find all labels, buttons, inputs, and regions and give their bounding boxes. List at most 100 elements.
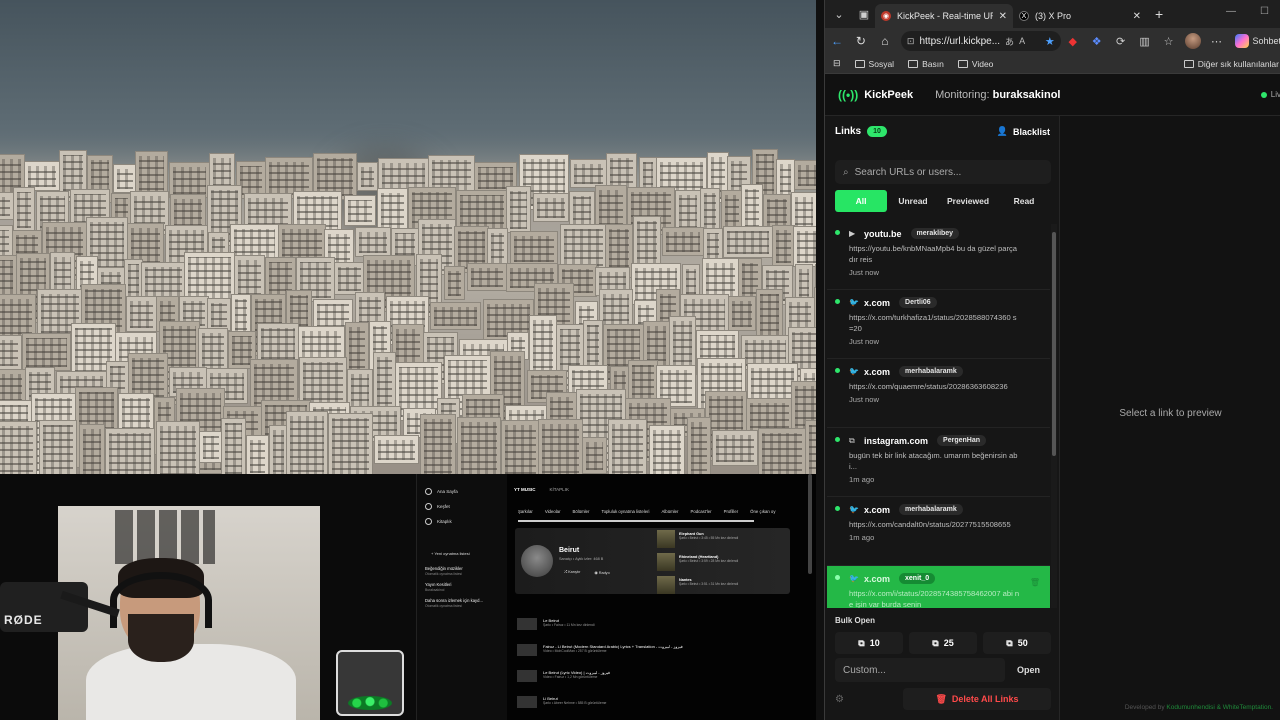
link-user-badge[interactable]: meraklibey bbox=[910, 228, 960, 239]
split-screen-icon[interactable]: ▥ bbox=[1133, 35, 1157, 48]
filter-previewed[interactable]: Previewed bbox=[939, 190, 997, 212]
link-user-badge[interactable]: xenit_0 bbox=[899, 573, 936, 584]
refresh-extension-icon[interactable]: ⟳ bbox=[1109, 35, 1133, 48]
profile-avatar[interactable] bbox=[1184, 33, 1201, 49]
scroll-thumb[interactable] bbox=[1052, 232, 1056, 456]
credit-names[interactable]: Kodumunhendisi & WhiteTemptation. bbox=[1166, 704, 1273, 711]
link-user-badge[interactable]: merhabalaramk bbox=[899, 504, 963, 515]
ytm-song-row[interactable]: Le Beirut (Lyric Video) | فيروز - لبيروت… bbox=[517, 670, 610, 682]
ytm-top-result[interactable]: Elephant Gun Şarkı • Beirut • 3:45 • 55 M… bbox=[657, 530, 738, 548]
building-windows bbox=[504, 424, 537, 474]
artist-name[interactable]: Beirut bbox=[559, 547, 579, 554]
ytm-nav-explore[interactable]: Keşfet bbox=[417, 499, 507, 514]
tab-actions-chevron-icon[interactable]: ⌄ bbox=[828, 4, 850, 24]
ytm-top-result-text: Nantes Şarkı • Beirut • 3:51 • 31 Mn kez … bbox=[679, 576, 738, 594]
address-bar[interactable]: ⊡ https://url.kickpe... あ A ★ bbox=[900, 31, 1061, 51]
other-favorites[interactable]: Diğer sık kullanılanlar bbox=[1183, 59, 1279, 69]
bulk-open-50-button[interactable]: ⧉ 50 bbox=[983, 632, 1051, 654]
extension-red-icon[interactable]: ◆ bbox=[1061, 35, 1085, 48]
ytm-category-chip[interactable]: Bölümler bbox=[573, 509, 590, 514]
favorite-folder[interactable]: Basın bbox=[908, 59, 944, 69]
blacklist-button[interactable]: 👤 Blacklist bbox=[997, 126, 1050, 137]
home-icon[interactable]: ⌂ bbox=[873, 34, 897, 48]
ytm-category-chip[interactable]: Şarkılar bbox=[518, 509, 533, 514]
link-item[interactable]: ⧉ instagram.com PergenHan bugün tek bir lin… bbox=[827, 428, 1050, 497]
ytm-tab-ytmusic[interactable]: YT MUSIC bbox=[514, 487, 536, 492]
delete-all-links-button[interactable]: 🗑 Delete All Links bbox=[903, 688, 1051, 710]
copilot-button[interactable]: Sohbet bbox=[1234, 34, 1280, 48]
filter-unread[interactable]: Unread bbox=[887, 190, 939, 212]
folder-icon bbox=[957, 59, 968, 68]
ytm-tab-library[interactable]: KİTAPLIK bbox=[550, 487, 569, 492]
ytm-nav-library[interactable]: Kitaplık bbox=[417, 514, 507, 529]
extension-icon[interactable]: ❖ bbox=[1085, 35, 1109, 48]
filter-read[interactable]: Read bbox=[997, 190, 1051, 212]
filter-all[interactable]: All bbox=[835, 190, 887, 212]
new-tab-icon[interactable]: + bbox=[1155, 6, 1163, 22]
link-item[interactable]: ▶ youtu.be meraklibey https://youtu.be/knbM… bbox=[827, 221, 1050, 290]
maximize-icon[interactable]: ☐ bbox=[1260, 6, 1269, 17]
building-windows bbox=[775, 230, 791, 263]
bulk-open-10-button[interactable]: ⧉ 10 bbox=[835, 632, 903, 654]
ytm-list-sub: Otomatik oynatma listesi bbox=[425, 572, 462, 576]
favorite-folder[interactable]: Sosyal bbox=[854, 59, 894, 69]
ytm-new-playlist[interactable]: + Yeni oynatma listesi bbox=[431, 551, 507, 556]
artist-avatar[interactable] bbox=[521, 545, 553, 577]
ytm-song-row[interactable]: Le Beirut Şarkı • Fairuz • 11 Mn kez dinl… bbox=[517, 618, 595, 630]
ytm-top-result[interactable]: Rhineland (Heartland) Şarkı • Beirut • 3:… bbox=[657, 553, 738, 571]
refresh-icon[interactable]: ↻ bbox=[849, 34, 873, 48]
users-icon: 👤 bbox=[996, 126, 1008, 136]
ytm-category-chip[interactable]: Topluluk oynatma listeleri bbox=[601, 509, 649, 514]
favorite-folder[interactable]: Video bbox=[957, 59, 993, 69]
building bbox=[581, 436, 608, 474]
ytm-nav-home[interactable]: Ana Sayfa bbox=[417, 484, 507, 499]
ytm-song-row[interactable]: Li Beirut Şarkı • Abeer Nehme • 585 B gör… bbox=[517, 696, 606, 708]
ytm-top-result[interactable]: Nantes Şarkı • Beirut • 3:51 • 31 Mn kez … bbox=[657, 576, 738, 594]
link-item[interactable]: 🐦 x.com merhabalaramk https://x.com/candalt… bbox=[827, 497, 1050, 566]
building bbox=[506, 186, 532, 234]
trash-icon[interactable]: 🗑 bbox=[1030, 578, 1040, 587]
ytm-list-title[interactable]: Daha sonra izlemek için kayd... bbox=[425, 598, 507, 603]
bulk-open-25-button[interactable]: ⧉ 25 bbox=[909, 632, 977, 654]
custom-open-button[interactable]: Open bbox=[1017, 665, 1040, 675]
ytm-category-chip[interactable]: Videolar bbox=[545, 509, 561, 514]
building-windows bbox=[574, 164, 603, 184]
more-icon[interactable]: ⋯ bbox=[1205, 35, 1229, 48]
link-item[interactable]: 🐦 x.com merhabalaramk https://x.com/quaemre… bbox=[827, 359, 1050, 428]
ytm-category-scroll[interactable] bbox=[518, 520, 754, 522]
ytm-scrollbar[interactable] bbox=[808, 474, 812, 574]
reading-icon[interactable]: ⊟ bbox=[833, 58, 841, 69]
link-user-badge[interactable]: PergenHan bbox=[937, 435, 986, 446]
ytm-category-chip[interactable]: Albümler bbox=[661, 509, 678, 514]
link-user-badge[interactable]: Dertli06 bbox=[899, 297, 937, 308]
read-aloud-icon[interactable]: A bbox=[1019, 36, 1025, 46]
search-input[interactable] bbox=[854, 166, 1035, 178]
workspaces-icon[interactable]: ▣ bbox=[853, 4, 875, 24]
link-list-scrollbar[interactable] bbox=[1051, 224, 1057, 608]
tab-close-icon[interactable]: ✕ bbox=[999, 11, 1007, 22]
link-user-badge[interactable]: merhabalaramk bbox=[899, 366, 963, 377]
link-item[interactable]: 🐦 x.com Dertli06 https://x.com/turkhafiza1/… bbox=[827, 290, 1050, 359]
custom-count-input[interactable] bbox=[835, 658, 1005, 682]
favorite-star-icon[interactable]: ★ bbox=[1045, 35, 1055, 48]
link-domain: x.com bbox=[864, 573, 891, 584]
shuffle-button[interactable]: ⤮ Karıştır bbox=[564, 570, 580, 575]
ytm-list-title[interactable]: Beğendiğin müzikler bbox=[425, 566, 507, 571]
ytm-category-chip[interactable]: Profiller bbox=[724, 509, 739, 514]
favorites-icon[interactable]: ☆ bbox=[1157, 35, 1181, 48]
ytm-category-chip[interactable]: Öne çıkan oy bbox=[750, 509, 775, 514]
ytm-song-row[interactable]: Fairuz - Li Beirut (Modern Standard Arab… bbox=[517, 644, 683, 656]
tab-kickpeek[interactable]: ◉ KickPeek - Real-time URL Cra ✕ bbox=[875, 4, 1013, 28]
link-item[interactable]: 🐦 x.com xenit_0 https://x.com/i/status/2028… bbox=[827, 566, 1050, 608]
minimize-icon[interactable]: — bbox=[1226, 6, 1236, 17]
back-icon[interactable]: ← bbox=[825, 34, 849, 48]
ytm-list-title[interactable]: Yayın Kesitleri bbox=[425, 582, 507, 587]
settings-gear-icon[interactable]: ⚙ bbox=[835, 694, 855, 705]
tab-xpro[interactable]: X (3) X Pro ✕ bbox=[1013, 4, 1147, 28]
tab-close-icon[interactable]: ✕ bbox=[1133, 11, 1141, 22]
window-controls: — ☐ bbox=[1226, 6, 1269, 17]
radio-button[interactable]: ◉ Radyo bbox=[594, 570, 609, 575]
ytm-category-chip[interactable]: Podcast'ler bbox=[690, 509, 711, 514]
unread-dot bbox=[835, 437, 840, 442]
translate-icon[interactable]: あ bbox=[1005, 35, 1014, 48]
